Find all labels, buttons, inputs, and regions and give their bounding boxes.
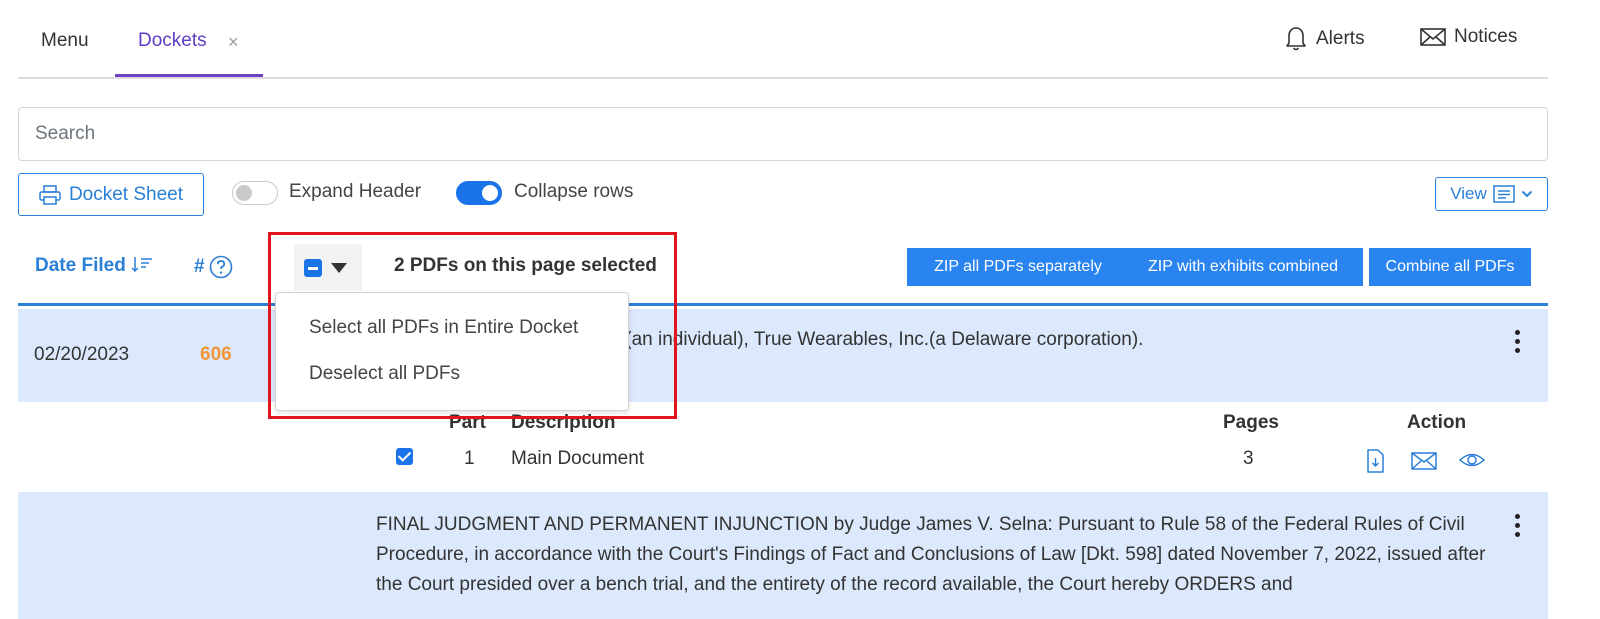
bulk-select-dropdown: Select all PDFs in Entire Docket Deselec… bbox=[275, 292, 629, 411]
combine-all-button[interactable]: Combine all PDFs bbox=[1369, 248, 1531, 286]
download-pdf-icon[interactable] bbox=[1366, 449, 1384, 473]
caret-down-icon[interactable] bbox=[330, 262, 348, 274]
bulk-select-checkbox[interactable] bbox=[304, 259, 322, 277]
document-part: 1 bbox=[464, 448, 475, 469]
preview-eye-icon[interactable] bbox=[1459, 449, 1485, 471]
view-button[interactable]: View bbox=[1435, 177, 1548, 211]
expand-header-label: Expand Header bbox=[289, 181, 422, 202]
view-label: View bbox=[1450, 184, 1487, 203]
table-row[interactable]: FINAL JUDGMENT AND PERMANENT INJUNCTION … bbox=[18, 492, 1548, 619]
list-view-icon bbox=[1493, 185, 1515, 203]
tab-dockets[interactable]: Dockets bbox=[138, 30, 207, 52]
action-header: Action bbox=[1407, 412, 1467, 433]
zip-combined-button[interactable]: ZIP with exhibits combined bbox=[1123, 248, 1363, 286]
row-entry-number[interactable]: 606 bbox=[200, 344, 232, 366]
alerts-link[interactable]: Alerts bbox=[1284, 26, 1365, 52]
notices-link[interactable]: Notices bbox=[1420, 26, 1517, 48]
printer-icon bbox=[39, 184, 61, 205]
selection-summary: 2 PDFs on this page selected bbox=[394, 255, 657, 276]
bell-icon bbox=[1286, 27, 1306, 51]
pages-header: Pages bbox=[1223, 412, 1279, 433]
description-header: Description bbox=[511, 412, 616, 433]
alerts-label: Alerts bbox=[1316, 28, 1365, 49]
envelope-icon bbox=[1420, 28, 1446, 46]
zip-separately-button[interactable]: ZIP all PDFs separately bbox=[907, 248, 1129, 286]
document-pages: 3 bbox=[1243, 448, 1254, 469]
active-tab-indicator bbox=[115, 74, 263, 77]
more-options-icon[interactable] bbox=[1515, 330, 1521, 354]
tab-menu[interactable]: Menu bbox=[41, 30, 89, 52]
document-subtable: Part Description Pages Action 1 Main Doc… bbox=[18, 402, 1548, 492]
help-icon[interactable] bbox=[209, 255, 233, 279]
document-description[interactable]: Main Document bbox=[511, 448, 644, 470]
sort-descending-icon bbox=[131, 257, 153, 273]
entry-number-label: # bbox=[194, 256, 205, 277]
notices-label: Notices bbox=[1454, 26, 1518, 47]
top-nav: Menu Dockets × Alerts Notices bbox=[18, 0, 1548, 79]
date-filed-sort-header[interactable]: Date Filed bbox=[35, 255, 153, 277]
table-row[interactable]: 02/20/2023 606 y Defendant Marcelo Lameg… bbox=[18, 309, 1548, 402]
collapse-rows-toggle[interactable] bbox=[456, 181, 502, 205]
row-description: FINAL JUDGMENT AND PERMANENT INJUNCTION … bbox=[376, 514, 1486, 595]
entry-number-header[interactable]: # bbox=[194, 255, 233, 279]
close-tab-icon[interactable]: × bbox=[228, 32, 239, 53]
expand-header-toggle[interactable] bbox=[232, 181, 278, 205]
docket-sheet-button[interactable]: Docket Sheet bbox=[18, 173, 204, 216]
bulk-select-control[interactable] bbox=[294, 244, 362, 290]
table-header: Date Filed # 2 PDFs on this page selecte… bbox=[18, 228, 1548, 306]
chevron-down-icon bbox=[1521, 190, 1532, 198]
select-all-in-docket-option[interactable]: Select all PDFs in Entire Docket bbox=[309, 317, 578, 339]
collapse-rows-label: Collapse rows bbox=[514, 181, 634, 202]
toggle-knob bbox=[236, 185, 252, 201]
date-filed-label: Date Filed bbox=[35, 255, 126, 276]
part-header: Part bbox=[449, 412, 486, 433]
deselect-all-option[interactable]: Deselect all PDFs bbox=[309, 363, 460, 385]
email-document-icon[interactable] bbox=[1411, 449, 1437, 471]
row-date: 02/20/2023 bbox=[34, 344, 130, 365]
search-input[interactable] bbox=[18, 107, 1548, 161]
document-checkbox[interactable] bbox=[396, 448, 413, 465]
docket-sheet-label: Docket Sheet bbox=[68, 183, 184, 205]
toggle-knob bbox=[482, 185, 498, 201]
more-options-icon[interactable] bbox=[1515, 514, 1521, 538]
